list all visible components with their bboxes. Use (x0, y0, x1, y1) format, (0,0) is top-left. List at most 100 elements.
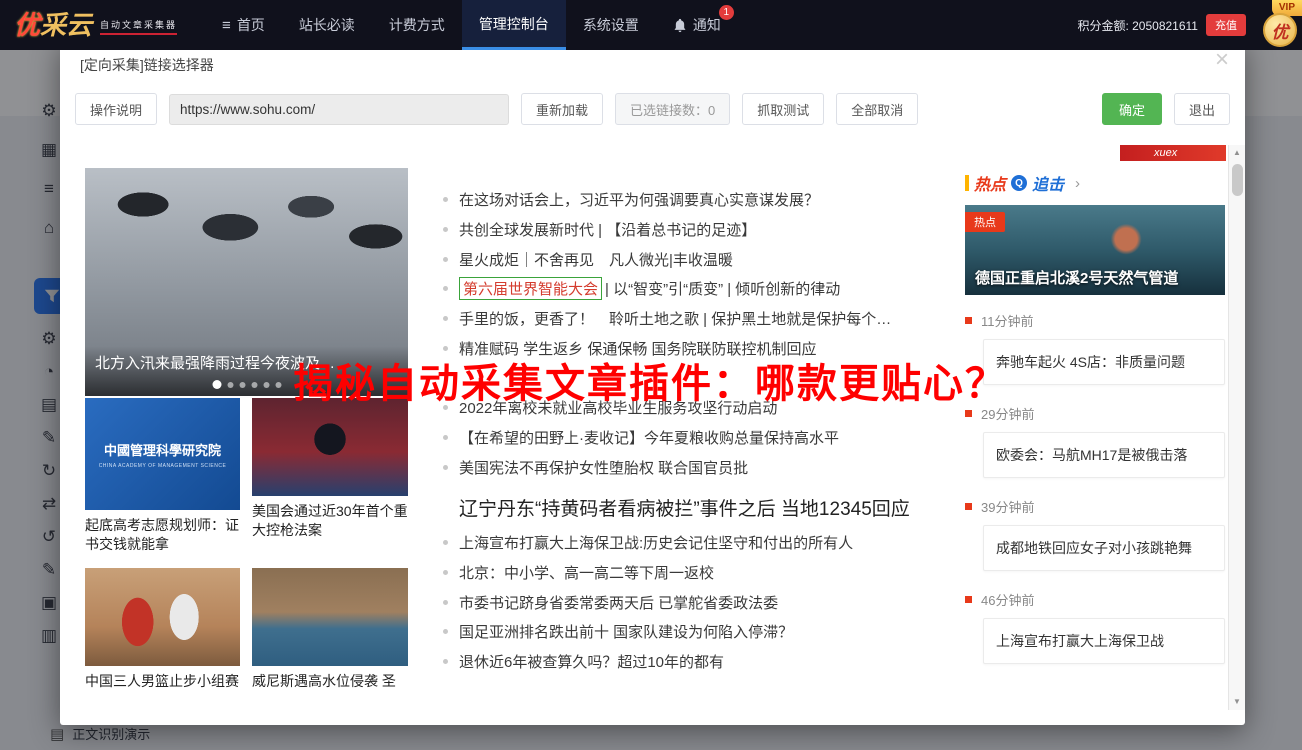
bullet-icon (443, 256, 448, 262)
help-button[interactable]: 操作说明 (75, 93, 158, 125)
photo-cards: 中國管理科學研究院 CHINA ACADEMY OF MANAGEMENT SC… (85, 398, 408, 691)
photo-caption: 中国三人男篮止步小组赛 (85, 673, 239, 689)
headline-link[interactable]: 退休近6年被查算久吗？超过10年的都有 (443, 647, 1018, 677)
carousel-dot[interactable] (263, 381, 269, 388)
dialog-toolbar: 操作说明 重新加载 已选链接数：0 抓取测试 全部取消 确定 退出 (75, 92, 1230, 126)
hot-news-link[interactable]: 上海宣布打赢大上海保卫战 (983, 618, 1225, 664)
photo-caption: 威尼斯遇高水位侵袭 圣 (252, 673, 396, 689)
carousel-dots (212, 380, 281, 389)
news-photo (85, 568, 240, 666)
headline-text: 共创全球发展新时代 | 【沿着总书记的足迹】 (459, 222, 757, 240)
exit-button[interactable]: 退出 (1173, 93, 1230, 125)
timeline-marker-icon (965, 317, 972, 324)
hot-news-link[interactable]: 奔驰车起火 4S店：非质量问题 (983, 339, 1225, 385)
chevron-right-icon[interactable]: › (1075, 175, 1080, 192)
headline-link[interactable]: 美国宪法不再保护女性堕胎权 联合国官员批 (443, 452, 1018, 482)
photo-card[interactable]: 中国三人男篮止步小组赛 (85, 568, 240, 691)
news-photo (252, 398, 408, 496)
bullet-icon (443, 599, 448, 605)
headline-text: 【在希望的田野上·麦收记】今年夏粮收购总量保持高水平 (459, 429, 839, 447)
confirm-button[interactable]: 确定 (1101, 93, 1162, 125)
bullet-icon (443, 434, 448, 440)
headline-text: 手里的饭，更香了！ 聆听土地之歌 | 保护黑土地就是保护每个… (459, 311, 892, 329)
menu-icon: ≡ (222, 16, 231, 34)
hot-time: 39分钟前 (981, 500, 1035, 515)
carousel-dot[interactable] (275, 381, 281, 388)
carousel-dot[interactable] (212, 380, 221, 389)
promo-ribbon[interactable]: xuex (1120, 145, 1226, 161)
nav-item-billing[interactable]: 计费方式 (372, 0, 462, 50)
hot-time-row: 11分钟前 (965, 311, 1225, 330)
q-logo-icon: Q (1011, 175, 1028, 191)
logo-subtitle: 自动文章采集器 (100, 18, 178, 35)
timeline-marker-icon (965, 503, 972, 510)
dialog-title: [定向采集]链接选择器 (80, 57, 214, 73)
preview-scrollbar[interactable]: ▲ ▼ (1228, 145, 1245, 710)
scroll-up-icon[interactable]: ▲ (1229, 145, 1245, 161)
accent-bar (965, 175, 969, 191)
hot-pursuit-header[interactable]: 热点 Q 追击 › (965, 173, 1225, 194)
hot-timeline-item: 39分钟前 成都地铁回应女子对小孩跳艳舞 (965, 497, 1225, 571)
headline-link[interactable]: 共创全球发展新时代 | 【沿着总书记的足迹】 (443, 215, 1018, 245)
headline-link[interactable]: 国足亚洲排名跌出前十 国家队建设为何陷入停滞？ (443, 617, 1018, 647)
app-logo[interactable]: 优采云 自动文章采集器 (14, 12, 178, 38)
reload-button[interactable]: 重新加载 (521, 93, 604, 125)
headline-link[interactable]: 【在希望的田野上·麦收记】今年夏粮收购总量保持高水平 (443, 423, 1018, 453)
scroll-down-icon[interactable]: ▼ (1229, 694, 1245, 710)
headline-text: 上海宣布打赢大上海保卫战:历史会记住坚守和付出的所有人 (459, 535, 854, 553)
close-icon[interactable]: × (1215, 48, 1229, 72)
headline-text: 市委书记跻身省委常委两天后 已掌舵省委政法委 (459, 594, 779, 612)
headline-list: 在这场对话会上，习近平为何强调要真心实意谋发展？ 共创全球发展新时代 | 【沿着… (443, 185, 1018, 676)
photo-card[interactable]: 中國管理科學研究院 CHINA ACADEMY OF MANAGEMENT SC… (85, 398, 240, 554)
bullet-icon (443, 227, 448, 233)
nav-item-console[interactable]: 管理控制台 (461, 0, 566, 50)
headline-text: 退休近6年被查算久吗？超过10年的都有 (459, 653, 725, 671)
hot-timeline-item: 46分钟前 上海宣布打赢大上海保卫战 (965, 590, 1225, 664)
headline-link[interactable]: 辽宁丹东“持黄码者看病被拦”事件之后 当地12345回应 (443, 488, 1018, 528)
headline-text: 辽宁丹东“持黄码者看病被拦”事件之后 当地12345回应 (459, 499, 910, 521)
recharge-button[interactable]: 充值 (1206, 14, 1246, 36)
headline-link[interactable]: 在这场对话会上，习近平为何强调要真心实意谋发展？ (443, 185, 1018, 215)
headline-link[interactable]: 星火成炬｜不舍再见 凡人微光|丰收温暖 (443, 244, 1018, 274)
photo-card[interactable]: 威尼斯遇高水位侵袭 圣 (252, 568, 408, 691)
nav-item-webmaster-guide[interactable]: 站长必读 (282, 0, 372, 50)
headline-text: 星火成炬｜不舍再见 凡人微光|丰收温暖 (459, 251, 733, 269)
photo-card[interactable]: 美国会通过近30年首个重大控枪法案 (252, 398, 408, 554)
carousel-dot[interactable] (251, 381, 257, 388)
news-photo (252, 568, 408, 666)
hot-pursuit-panel: 热点 Q 追击 › 热点 德国正重启北溪2号天然气管道 11分钟前 奔驰车起火 … (965, 173, 1225, 683)
bullet-icon (443, 316, 448, 322)
hot-lead-photo[interactable]: 热点 德国正重启北溪2号天然气管道 (965, 205, 1225, 295)
bullet-icon (443, 540, 448, 546)
link-selector-dialog: [定向采集]链接选择器 × 操作说明 重新加载 已选链接数：0 抓取测试 全部取… (60, 40, 1245, 725)
main-nav: ≡ 首页 站长必读 计费方式 管理控制台 系统设置 通知 1 (205, 0, 738, 50)
credits-amount: 积分金额: 2050821611 (1077, 18, 1198, 33)
hot-time-row: 46分钟前 (965, 590, 1225, 609)
hot-news-link[interactable]: 欧委会：马航MH17是被俄击落 (983, 432, 1225, 478)
headline-link[interactable]: 北京：中小学、高一高二等下周一返校 (443, 558, 1018, 588)
carousel-dot[interactable] (227, 381, 233, 388)
scrollbar-thumb[interactable] (1232, 164, 1243, 196)
brand-seal[interactable]: 优 (1263, 13, 1297, 47)
headline-text: 美国宪法不再保护女性堕胎权 联合国官员批 (459, 459, 749, 477)
nav-item-settings[interactable]: 系统设置 (566, 0, 656, 50)
carousel-dot[interactable] (239, 381, 245, 388)
topbar: 优采云 自动文章采集器 ≡ 首页 站长必读 计费方式 管理控制台 系统设置 通知… (0, 0, 1302, 50)
bullet-icon (443, 569, 448, 575)
selected-count-button[interactable]: 已选链接数：0 (615, 93, 731, 125)
watermark-text: 揭秘自动采集文章插件：哪款更贴心？ (293, 362, 1007, 406)
headline-link[interactable]: 上海宣布打赢大上海保卫战:历史会记住坚守和付出的所有人 (443, 528, 1018, 558)
hot-news-link[interactable]: 成都地铁回应女子对小孩跳艳舞 (983, 525, 1225, 571)
hot-tag: 热点 (965, 212, 1005, 232)
news-photo: 中國管理科學研究院 CHINA ACADEMY OF MANAGEMENT SC… (85, 398, 240, 510)
cancel-all-button[interactable]: 全部取消 (836, 93, 919, 125)
crawl-test-button[interactable]: 抓取测试 (742, 93, 825, 125)
headline-link[interactable]: 市委书记跻身省委常委两天后 已掌舵省委政法委 (443, 587, 1018, 617)
nav-item-notifications[interactable]: 通知 1 (656, 0, 738, 50)
headline-link[interactable]: 手里的饭，更香了！ 聆听土地之歌 | 保护黑土地就是保护每个… (443, 304, 1018, 334)
nav-item-home[interactable]: ≡ 首页 (205, 0, 282, 50)
bullet-icon (443, 197, 448, 203)
url-input[interactable] (169, 93, 510, 125)
hot-time-row: 39分钟前 (965, 497, 1225, 516)
headline-link[interactable]: 第六届世界智能大会 | 以“智变”引“质变” | 倾听创新的律动 (443, 274, 1018, 304)
